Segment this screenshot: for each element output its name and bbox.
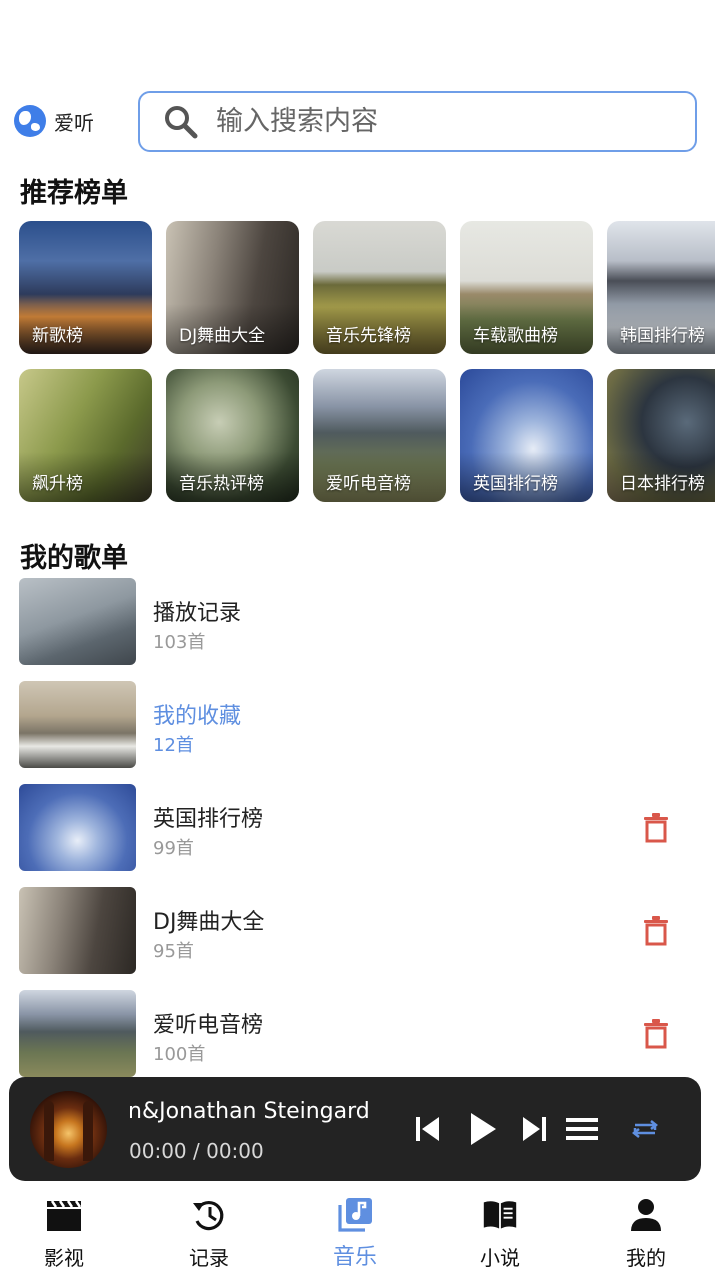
playlist-cover	[19, 784, 136, 871]
playlist-count: 103首	[153, 632, 206, 653]
playlist-cover	[19, 990, 136, 1077]
chart-tile[interactable]: 日本排行榜	[607, 369, 715, 502]
nav-label: 小说	[480, 1246, 520, 1270]
nav-label: 音乐	[332, 1245, 377, 1270]
playback-time: 00:00 / 00:00	[129, 1139, 264, 1163]
chart-tile-label: 爱听电音榜	[326, 474, 411, 494]
chart-tile[interactable]: 新歌榜	[19, 221, 152, 354]
chart-tile[interactable]: 飙升榜	[19, 369, 152, 502]
book-icon	[483, 1201, 517, 1229]
playlist-name: 我的收藏	[153, 704, 242, 729]
chart-tile-label: 日本排行榜	[620, 474, 705, 494]
chart-tile[interactable]: 车载歌曲榜	[460, 221, 593, 354]
trash-icon[interactable]	[643, 813, 669, 843]
trash-icon[interactable]	[643, 1019, 669, 1049]
playlist-name: 英国排行榜	[153, 807, 264, 832]
playlist-count: 99首	[153, 838, 194, 859]
recommended-title: 推荐榜单	[20, 178, 128, 209]
search-icon	[165, 105, 198, 138]
chart-tile[interactable]: 音乐热评榜	[166, 369, 299, 502]
chart-tile[interactable]: 音乐先锋榜	[313, 221, 446, 354]
playlist-name: 爱听电音榜	[153, 1013, 264, 1038]
globe-icon	[14, 105, 46, 137]
playlist-row[interactable]: DJ舞曲大全 95首	[19, 887, 699, 975]
search-box[interactable]	[138, 91, 697, 152]
bottom-nav: 影视 记录 音乐 小说 我的	[0, 1182, 715, 1280]
chart-tile[interactable]: 英国排行榜	[460, 369, 593, 502]
chart-tile[interactable]: DJ舞曲大全	[166, 221, 299, 354]
playlist-count: 12首	[153, 735, 194, 756]
chart-tile-label: 飙升榜	[32, 474, 83, 494]
playlist-count: 95首	[153, 941, 194, 962]
track-title: Nelson&Jonathan Steingard	[129, 1099, 370, 1124]
chart-tile-label: 韩国排行榜	[620, 326, 705, 346]
trash-icon[interactable]	[643, 916, 669, 946]
chart-tile-label: DJ舞曲大全	[179, 326, 266, 346]
mini-player[interactable]: Nelson&Jonathan Steingard 00:00 / 00:00	[9, 1077, 701, 1181]
playlist-row[interactable]: 我的收藏 12首	[19, 681, 699, 769]
previous-icon[interactable]	[415, 1115, 441, 1143]
nav-label: 我的	[626, 1246, 666, 1270]
playlist-row[interactable]: 英国排行榜 99首	[19, 784, 699, 872]
my-playlists-title: 我的歌单	[20, 543, 128, 574]
chart-tile[interactable]: 爱听电音榜	[313, 369, 446, 502]
playlist-name: 播放记录	[153, 601, 242, 626]
chart-tile-label: 音乐先锋榜	[326, 326, 411, 346]
clapperboard-icon	[47, 1200, 82, 1231]
nav-item-video[interactable]: 影视	[4, 1182, 124, 1280]
playlist-name: DJ舞曲大全	[153, 910, 265, 935]
playlist-row[interactable]: 播放记录 103首	[19, 578, 699, 666]
brand-label: 爱听	[54, 110, 94, 135]
playlist-menu-icon[interactable]	[565, 1116, 599, 1142]
playlist-row[interactable]: 爱听电音榜 100首	[19, 990, 699, 1078]
playlist-cover	[19, 681, 136, 768]
brand[interactable]: 爱听	[14, 104, 94, 138]
repeat-icon[interactable]	[629, 1117, 661, 1141]
history-icon	[193, 1200, 224, 1231]
nav-item-history[interactable]: 记录	[149, 1182, 269, 1280]
nav-item-novel[interactable]: 小说	[440, 1182, 560, 1280]
album-art	[30, 1091, 107, 1168]
chart-tile-label: 车载歌曲榜	[473, 326, 558, 346]
nav-item-me[interactable]: 我的	[586, 1182, 706, 1280]
play-icon[interactable]	[468, 1111, 498, 1147]
chart-tile-label: 音乐热评榜	[179, 474, 264, 494]
chart-tile-label: 英国排行榜	[473, 474, 558, 494]
next-icon[interactable]	[521, 1115, 547, 1143]
recommended-grid: 新歌榜 DJ舞曲大全 音乐先锋榜 车载歌曲榜 韩国排行榜 飙升榜 音乐热评榜 爱…	[19, 221, 715, 503]
nav-label: 影视	[44, 1246, 84, 1270]
nav-item-music[interactable]: 音乐	[295, 1182, 415, 1280]
nav-label: 记录	[189, 1246, 229, 1270]
music-library-icon	[338, 1198, 372, 1232]
playlist-cover	[19, 578, 136, 665]
playlist-count: 100首	[153, 1044, 206, 1065]
chart-tile[interactable]: 韩国排行榜	[607, 221, 715, 354]
playlist-cover	[19, 887, 136, 974]
search-input[interactable]	[216, 106, 676, 137]
person-icon	[631, 1199, 661, 1231]
chart-tile-label: 新歌榜	[32, 326, 83, 346]
top-bar: 爱听	[0, 90, 715, 154]
